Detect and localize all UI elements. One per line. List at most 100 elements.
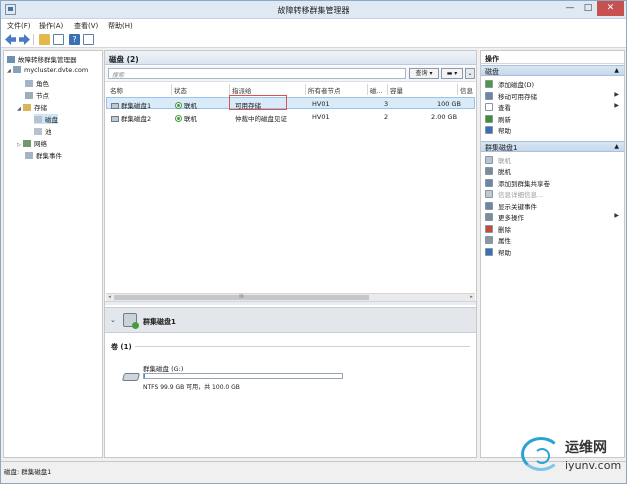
col-assigned[interactable]: 指派给 xyxy=(232,85,252,95)
action-item[interactable]: 查看 ▶ xyxy=(485,102,621,112)
action-item[interactable]: 移动可用存储 ▶ xyxy=(485,91,621,101)
action-item[interactable]: 脱机 xyxy=(485,166,621,176)
horizontal-scrollbar[interactable]: ◂ III ▸ xyxy=(106,293,475,301)
action-item[interactable]: 联机 xyxy=(485,155,621,165)
action-pane-icon[interactable] xyxy=(83,34,94,45)
action-item[interactable]: 属性 xyxy=(485,235,621,245)
collapse-section-icon[interactable]: ▲ xyxy=(614,67,619,74)
tree-item-roles[interactable]: 角色 xyxy=(25,78,49,88)
tree-item-pools[interactable]: 池 xyxy=(34,126,52,136)
search-input[interactable]: 搜索 xyxy=(108,68,406,79)
detail-header: ⌄ 群集磁盘1 xyxy=(105,307,476,333)
action-item-label: 查看 xyxy=(498,104,511,112)
column-divider xyxy=(367,84,368,95)
minimize-button[interactable]: — xyxy=(561,1,579,16)
back-arrow-icon[interactable] xyxy=(5,34,16,45)
network-icon xyxy=(23,140,31,147)
menu-file[interactable]: 文件(F) xyxy=(7,21,31,31)
table-row[interactable]: 群集磁盘2 联机 仲裁中的磁盘见证 HV01 2 2.00 GB xyxy=(106,111,475,123)
save-query-button[interactable]: ▬ ▾ xyxy=(441,68,463,79)
action-item-label: 刷新 xyxy=(498,115,511,124)
action-item[interactable]: 显示关键事件 xyxy=(485,201,621,211)
row-owner-cell: HV01 xyxy=(312,113,330,121)
action-item-label: 添加磁盘(D) xyxy=(498,81,535,89)
actions-pane: 操作 磁盘 ▲ 添加磁盘(D) 移动可用存储 ▶ 查看 ▶ 刷新 帮助 群集磁盘1 ▲ 联机 脱机 添加到… xyxy=(480,50,625,458)
col-disk-number[interactable]: 磁... xyxy=(370,85,383,95)
expand-filter-button[interactable]: ⌄ xyxy=(465,68,475,79)
action-item-label: 更多操作 xyxy=(498,214,524,222)
pool-icon xyxy=(34,128,42,135)
delete-icon xyxy=(485,224,493,233)
tree-item-networks[interactable]: ▷ 网络 xyxy=(17,138,47,148)
up-folder-icon[interactable] xyxy=(39,34,50,45)
action-item-label: 删除 xyxy=(498,225,511,234)
scrollbar-thumb[interactable]: III xyxy=(114,295,369,300)
help-icon xyxy=(485,126,493,134)
menu-view[interactable]: 查看(V) xyxy=(74,21,98,31)
csv-icon xyxy=(485,178,493,187)
collapse-section-icon[interactable]: ▲ xyxy=(614,143,619,150)
collapse-chevron-icon[interactable]: ⌄ xyxy=(110,316,116,324)
scroll-left-icon[interactable]: ◂ xyxy=(106,294,113,301)
toolbar: ? xyxy=(1,31,626,48)
tree-item-storage[interactable]: ◢ 存储 xyxy=(17,102,47,112)
action-item-label: 帮助 xyxy=(498,248,511,257)
action-item[interactable]: 信息详细信息... xyxy=(485,189,621,199)
status-text: 磁盘: 群集磁盘1 xyxy=(4,468,52,476)
show-tree-icon[interactable] xyxy=(53,34,64,45)
action-item[interactable]: 更多操作 ▶ xyxy=(485,212,621,222)
col-capacity[interactable]: 容量 xyxy=(390,85,403,95)
cluster-manager-icon xyxy=(7,56,15,63)
tree-item-disks[interactable]: 磁盘 xyxy=(34,114,58,124)
row-name-cell: 群集磁盘1 xyxy=(111,100,151,110)
forward-arrow-icon[interactable] xyxy=(19,34,30,45)
row-status-cell: 联机 xyxy=(175,100,197,110)
action-item[interactable]: 帮助 xyxy=(485,125,621,135)
online-icon xyxy=(175,115,182,122)
scroll-right-icon[interactable]: ▸ xyxy=(468,294,475,301)
add-disk-icon xyxy=(485,80,493,88)
close-button[interactable]: ✕ xyxy=(597,1,624,16)
action-section-header[interactable]: 磁盘 ▲ xyxy=(481,65,624,76)
pane-splitter[interactable] xyxy=(105,301,476,305)
column-divider xyxy=(171,84,172,95)
action-item[interactable]: 添加到群集共享卷 xyxy=(485,178,621,188)
menu-help[interactable]: 帮助(H) xyxy=(108,21,133,31)
properties-icon xyxy=(485,236,493,244)
volume-drive-icon xyxy=(121,373,141,381)
col-name[interactable]: 名称 xyxy=(110,85,123,95)
action-section-label: 磁盘 xyxy=(485,68,499,76)
help-icon xyxy=(485,247,493,256)
tree-item-nodes[interactable]: 节点 xyxy=(25,90,49,100)
query-button[interactable]: 查询 ▾ xyxy=(409,68,439,79)
action-item-label: 添加到群集共享卷 xyxy=(498,179,550,188)
column-divider xyxy=(229,84,230,95)
maximize-button[interactable]: □ xyxy=(579,1,597,16)
action-item[interactable]: 删除 xyxy=(485,224,621,234)
events-icon xyxy=(485,201,493,210)
online-icon xyxy=(175,102,182,109)
action-section-header[interactable]: 群集磁盘1 ▲ xyxy=(481,140,624,152)
action-item-label: 联机 xyxy=(498,156,511,165)
tree-root[interactable]: 故障转移群集管理器 xyxy=(7,54,77,64)
action-item[interactable]: 刷新 xyxy=(485,114,621,124)
menu-action[interactable]: 操作(A) xyxy=(39,21,63,31)
col-status[interactable]: 状态 xyxy=(174,85,187,95)
toolbar-separator xyxy=(33,34,34,45)
row-status-cell: 联机 xyxy=(175,113,197,123)
row-disk-cell: 3 xyxy=(384,100,389,108)
col-owner[interactable]: 所有者节点 xyxy=(308,85,341,95)
volume-usage-bar xyxy=(143,373,343,379)
window-title: 故障转移群集管理器 xyxy=(277,6,350,15)
row-capacity-cell: 2.00 GB xyxy=(431,113,458,121)
watermark-logo-icon xyxy=(521,437,561,471)
table-row[interactable]: 群集磁盘1 联机 可用存储 HV01 3 100 GB xyxy=(106,97,475,110)
action-item[interactable]: 帮助 xyxy=(485,247,621,257)
action-item[interactable]: 添加磁盘(D) xyxy=(485,79,621,89)
highlight-annotation xyxy=(229,95,287,110)
tree-item-cluster-events[interactable]: 群集事件 xyxy=(25,150,62,160)
tree-cluster[interactable]: ◢ mycluster.dvte.com xyxy=(7,66,88,74)
help-icon[interactable]: ? xyxy=(69,34,80,45)
col-info[interactable]: 信息 xyxy=(460,85,473,95)
volume-name: 群集磁盘 (G:) xyxy=(143,365,184,373)
